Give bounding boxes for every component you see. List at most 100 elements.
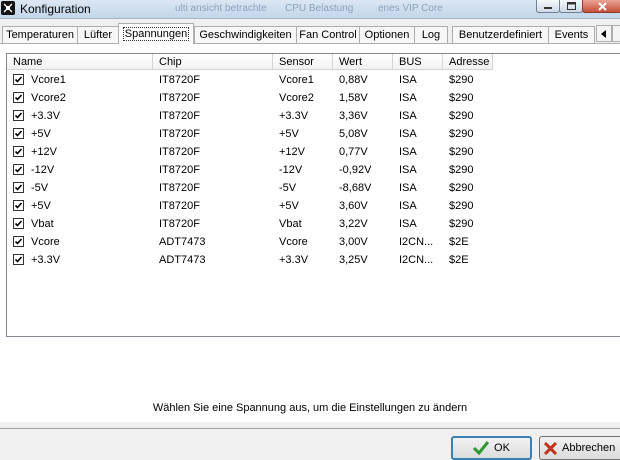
column-header-chip[interactable]: Chip: [153, 54, 273, 70]
cell-adresse: $290: [449, 218, 474, 230]
column-header-name[interactable]: Name: [7, 54, 153, 70]
table-row[interactable]: +3.3V ADT7473 +3.3V 3,25V I2CN... $2E: [7, 251, 620, 269]
fan-icon: [1, 1, 15, 15]
background-title-fragment: CPU Belastung: [285, 3, 354, 14]
cell-adresse: $290: [449, 128, 474, 140]
cell-name: Vbat: [31, 218, 54, 230]
table-row[interactable]: +5V IT8720F +5V 3,60V ISA $290: [7, 197, 620, 215]
tab-label: Benutzerdefiniert: [458, 29, 543, 41]
checkmark-icon: [14, 202, 23, 209]
checkmark-icon: [14, 148, 23, 155]
tab-label: Lüfter: [83, 29, 113, 41]
cell-bus: ISA: [399, 74, 417, 86]
cell-adresse: $2E: [449, 254, 469, 266]
cell-adresse: $290: [449, 110, 474, 122]
cell-adresse: $290: [449, 164, 474, 176]
tab-optionen[interactable]: Optionen: [359, 26, 415, 43]
cell-wert: 0,88V: [339, 74, 368, 86]
table-row[interactable]: Vcore ADT7473 Vcore 3,00V I2CN... $2E: [7, 233, 620, 251]
cell-adresse: $290: [449, 74, 474, 86]
title-bar[interactable]: Konfiguration ulti ansicht betrachte CPU…: [0, 0, 620, 19]
cell-wert: 1,58V: [339, 92, 368, 104]
cell-adresse: $290: [449, 200, 474, 212]
background-title-fragment: enes VIP Core: [378, 3, 443, 14]
row-checkbox[interactable]: [13, 218, 24, 229]
cell-adresse: $2E: [449, 236, 469, 248]
tab-label: Spannungen: [122, 27, 190, 41]
tab-geschwindigkeiten[interactable]: Geschwindigkeiten: [194, 26, 297, 43]
checkmark-icon: [14, 94, 23, 101]
tab-fan-control[interactable]: Fan Control: [296, 26, 360, 43]
cell-chip: IT8720F: [159, 164, 200, 176]
cancel-button[interactable]: Abbrechen: [539, 436, 620, 460]
cell-sensor: +3.3V: [279, 254, 309, 266]
row-checkbox[interactable]: [13, 92, 24, 103]
column-header-sensor[interactable]: Sensor: [273, 54, 333, 70]
cell-adresse: $290: [449, 182, 474, 194]
cell-name: -5V: [31, 182, 49, 194]
maximize-button[interactable]: [559, 0, 583, 13]
cell-wert: -8,68V: [339, 182, 372, 194]
cell-bus: ISA: [399, 164, 417, 176]
cell-name: +3.3V: [31, 254, 61, 266]
table-row[interactable]: +12V IT8720F +12V 0,77V ISA $290: [7, 143, 620, 161]
close-button[interactable]: [582, 0, 620, 13]
tab-scroll-right-button[interactable]: [612, 25, 620, 42]
ok-button[interactable]: OK: [451, 436, 532, 460]
cell-bus: ISA: [399, 218, 417, 230]
voltage-list[interactable]: Name Chip Sensor Wert BUS Adresse Vcore1…: [6, 53, 620, 337]
column-header-bus[interactable]: BUS: [393, 54, 443, 70]
tab-benutzerdefiniert[interactable]: Benutzerdefiniert: [452, 26, 549, 43]
row-checkbox[interactable]: [13, 182, 24, 193]
table-row[interactable]: +3.3V IT8720F +3.3V 3,36V ISA $290: [7, 107, 620, 125]
table-row[interactable]: +5V IT8720F +5V 5,08V ISA $290: [7, 125, 620, 143]
row-checkbox[interactable]: [13, 200, 24, 211]
table-row[interactable]: -5V IT8720F -5V -8,68V ISA $290: [7, 179, 620, 197]
table-row[interactable]: Vcore1 IT8720F Vcore1 0,88V ISA $290: [7, 71, 620, 89]
row-checkbox[interactable]: [13, 146, 24, 157]
row-checkbox[interactable]: [13, 110, 24, 121]
column-header-adresse[interactable]: Adresse: [443, 54, 493, 70]
checkmark-icon: [473, 441, 490, 455]
cell-bus: ISA: [399, 200, 417, 212]
tab-events[interactable]: Events: [548, 26, 595, 43]
cell-wert: 3,22V: [339, 218, 368, 230]
checkmark-icon: [14, 238, 23, 245]
cell-bus: ISA: [399, 92, 417, 104]
tab-temperaturen[interactable]: Temperaturen: [2, 26, 78, 43]
table-row[interactable]: Vcore2 IT8720F Vcore2 1,58V ISA $290: [7, 89, 620, 107]
row-checkbox[interactable]: [13, 74, 24, 85]
cell-sensor: Vcore1: [279, 74, 314, 86]
cell-chip: IT8720F: [159, 92, 200, 104]
tab-label: Temperaturen: [6, 29, 74, 41]
maximize-icon: [566, 2, 576, 10]
cell-chip: IT8720F: [159, 146, 200, 158]
table-row[interactable]: Vbat IT8720F Vbat 3,22V ISA $290: [7, 215, 620, 233]
cell-chip: IT8720F: [159, 218, 200, 230]
column-header-wert[interactable]: Wert: [333, 54, 393, 70]
row-checkbox[interactable]: [13, 128, 24, 139]
checkmark-icon: [14, 166, 23, 173]
tab-spannungen[interactable]: Spannungen: [118, 23, 194, 44]
tab-log[interactable]: Log: [414, 26, 448, 43]
cell-sensor: +3.3V: [279, 110, 309, 122]
list-header: Name Chip Sensor Wert BUS Adresse: [7, 54, 620, 71]
tab-label: Events: [554, 29, 589, 41]
cell-bus: I2CN...: [399, 254, 434, 266]
cell-sensor: Vbat: [279, 218, 302, 230]
table-row[interactable]: -12V IT8720F -12V -0,92V ISA $290: [7, 161, 620, 179]
tab-luefter[interactable]: Lüfter: [77, 26, 119, 43]
row-checkbox[interactable]: [13, 254, 24, 265]
tab-label: Log: [421, 29, 441, 41]
row-checkbox[interactable]: [13, 236, 24, 247]
minimize-button[interactable]: [536, 0, 560, 13]
row-checkbox[interactable]: [13, 164, 24, 175]
tab-scroll-left-button[interactable]: [596, 25, 612, 42]
tab-label: Optionen: [364, 29, 410, 41]
cell-wert: 5,08V: [339, 128, 368, 140]
cell-wert: 3,60V: [339, 200, 368, 212]
cell-name: +3.3V: [31, 110, 61, 122]
cell-adresse: $290: [449, 146, 474, 158]
divider: [0, 428, 620, 429]
cell-chip: IT8720F: [159, 128, 200, 140]
